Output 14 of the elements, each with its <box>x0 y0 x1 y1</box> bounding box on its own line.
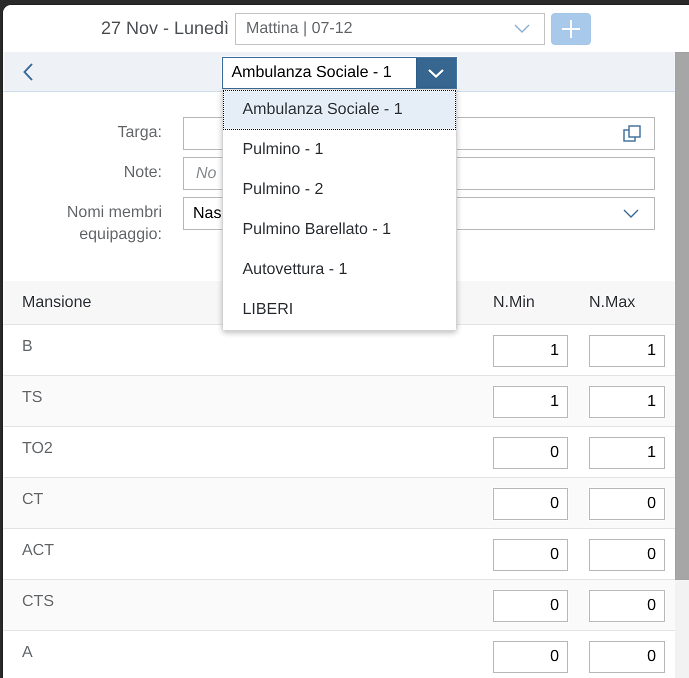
date-title: 27 Nov - Lunedì <box>100 17 230 40</box>
field-label: Note: <box>124 163 162 183</box>
column-header: Mansione <box>22 292 92 312</box>
field-label: Nomi membri equipaggio: <box>66 203 162 245</box>
table-cell-text: CT <box>22 490 44 510</box>
table-cell-text: TO2 <box>22 439 53 459</box>
field-label: Targa: <box>118 123 162 143</box>
table-cell-text: TS <box>22 388 42 408</box>
table-cell-text: B <box>22 337 33 357</box>
column-header: N.Max <box>589 292 636 312</box>
column-header: N.Min <box>493 292 535 312</box>
table-cell-text: CTS <box>22 592 54 612</box>
table-cell-text: ACT <box>22 541 54 561</box>
table-cell-text: A <box>22 643 33 663</box>
